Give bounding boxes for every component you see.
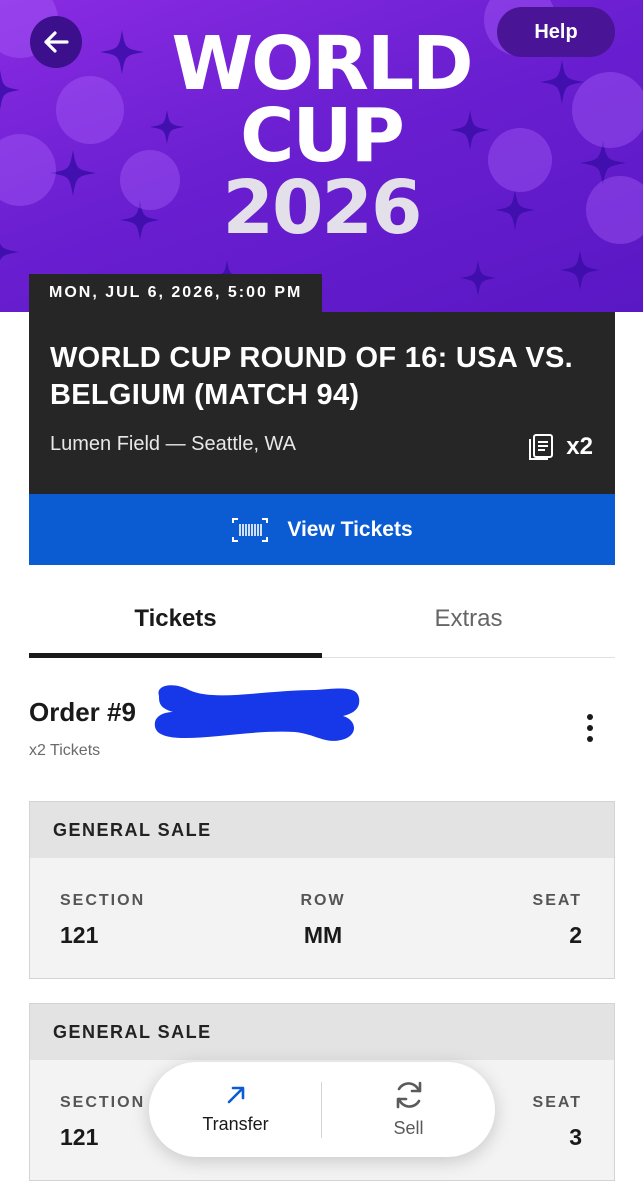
more-vertical-icon [587,714,593,720]
ticket-actions-bar: Transfer Sell [149,1062,495,1157]
seat-value: 2 [569,922,582,948]
transfer-label: Transfer [202,1114,269,1134]
barcode-icon [232,517,269,542]
row-value: MM [303,922,343,948]
sell-button[interactable]: Sell [322,1062,495,1157]
event-title: WORLD CUP ROUND OF 16: USA VS. BELGIUM (… [50,342,573,411]
section-label: SECTION [60,1094,146,1111]
seat-column: SEAT 3 [533,1094,582,1151]
ticket-stack-icon [529,434,554,460]
order-number: Order #9 [29,697,136,727]
sell-refresh-icon [396,1081,421,1109]
seat-label: SEAT [532,1094,582,1111]
world-cup-logo: WORLD CUP 2026 [0,21,643,251]
ticket-quantity-label: x2 [566,433,593,460]
transfer-button[interactable]: Transfer [149,1062,322,1157]
sell-label: Sell [393,1118,424,1138]
event-hero-banner: Help WORLD CUP 2026 [0,0,643,312]
redaction-scribble [154,685,360,741]
seat-value: 3 [569,1124,582,1150]
event-date-time: MON, JUL 6, 2026, 5:00 PM [29,274,323,312]
logo-line-1: WORLD [171,21,473,107]
section-column: SECTION 121 [60,1094,145,1151]
more-options-button[interactable] [572,706,608,750]
tab-extras[interactable]: Extras [322,580,615,658]
section-value: 121 [60,1124,99,1150]
tab-tickets[interactable]: Tickets [29,580,322,658]
active-tab-indicator [29,653,322,658]
transfer-arrow-icon [227,1086,244,1104]
event-details-card: WORLD CUP ROUND OF 16: USA VS. BELGIUM (… [29,312,615,494]
seat-column: SEAT 2 [533,892,582,949]
ticket-seat-info: SECTION 121 ROW MM SEAT 2 [30,858,614,978]
actions-divider [321,1082,322,1138]
order-ticket-count: x2 Tickets [29,742,101,759]
ticket-quantity: x2 [528,432,593,462]
logo-line-3: 2026 [222,165,423,251]
row-column: ROW MM [30,892,616,949]
ticket-category: GENERAL SALE [30,1004,614,1060]
ticket-card[interactable]: GENERAL SALE SECTION 121 ROW MM SEAT 2 [29,801,615,979]
view-tickets-button[interactable]: View Tickets [29,494,615,565]
view-tickets-label: View Tickets [287,517,413,541]
event-venue: Lumen Field — Seattle, WA [50,433,297,455]
ticket-category: GENERAL SALE [30,802,614,858]
logo-line-2: CUP [240,93,405,179]
seat-label: SEAT [532,892,582,909]
row-label: ROW [300,892,346,909]
ticket-tabs: Tickets Extras [29,580,615,658]
